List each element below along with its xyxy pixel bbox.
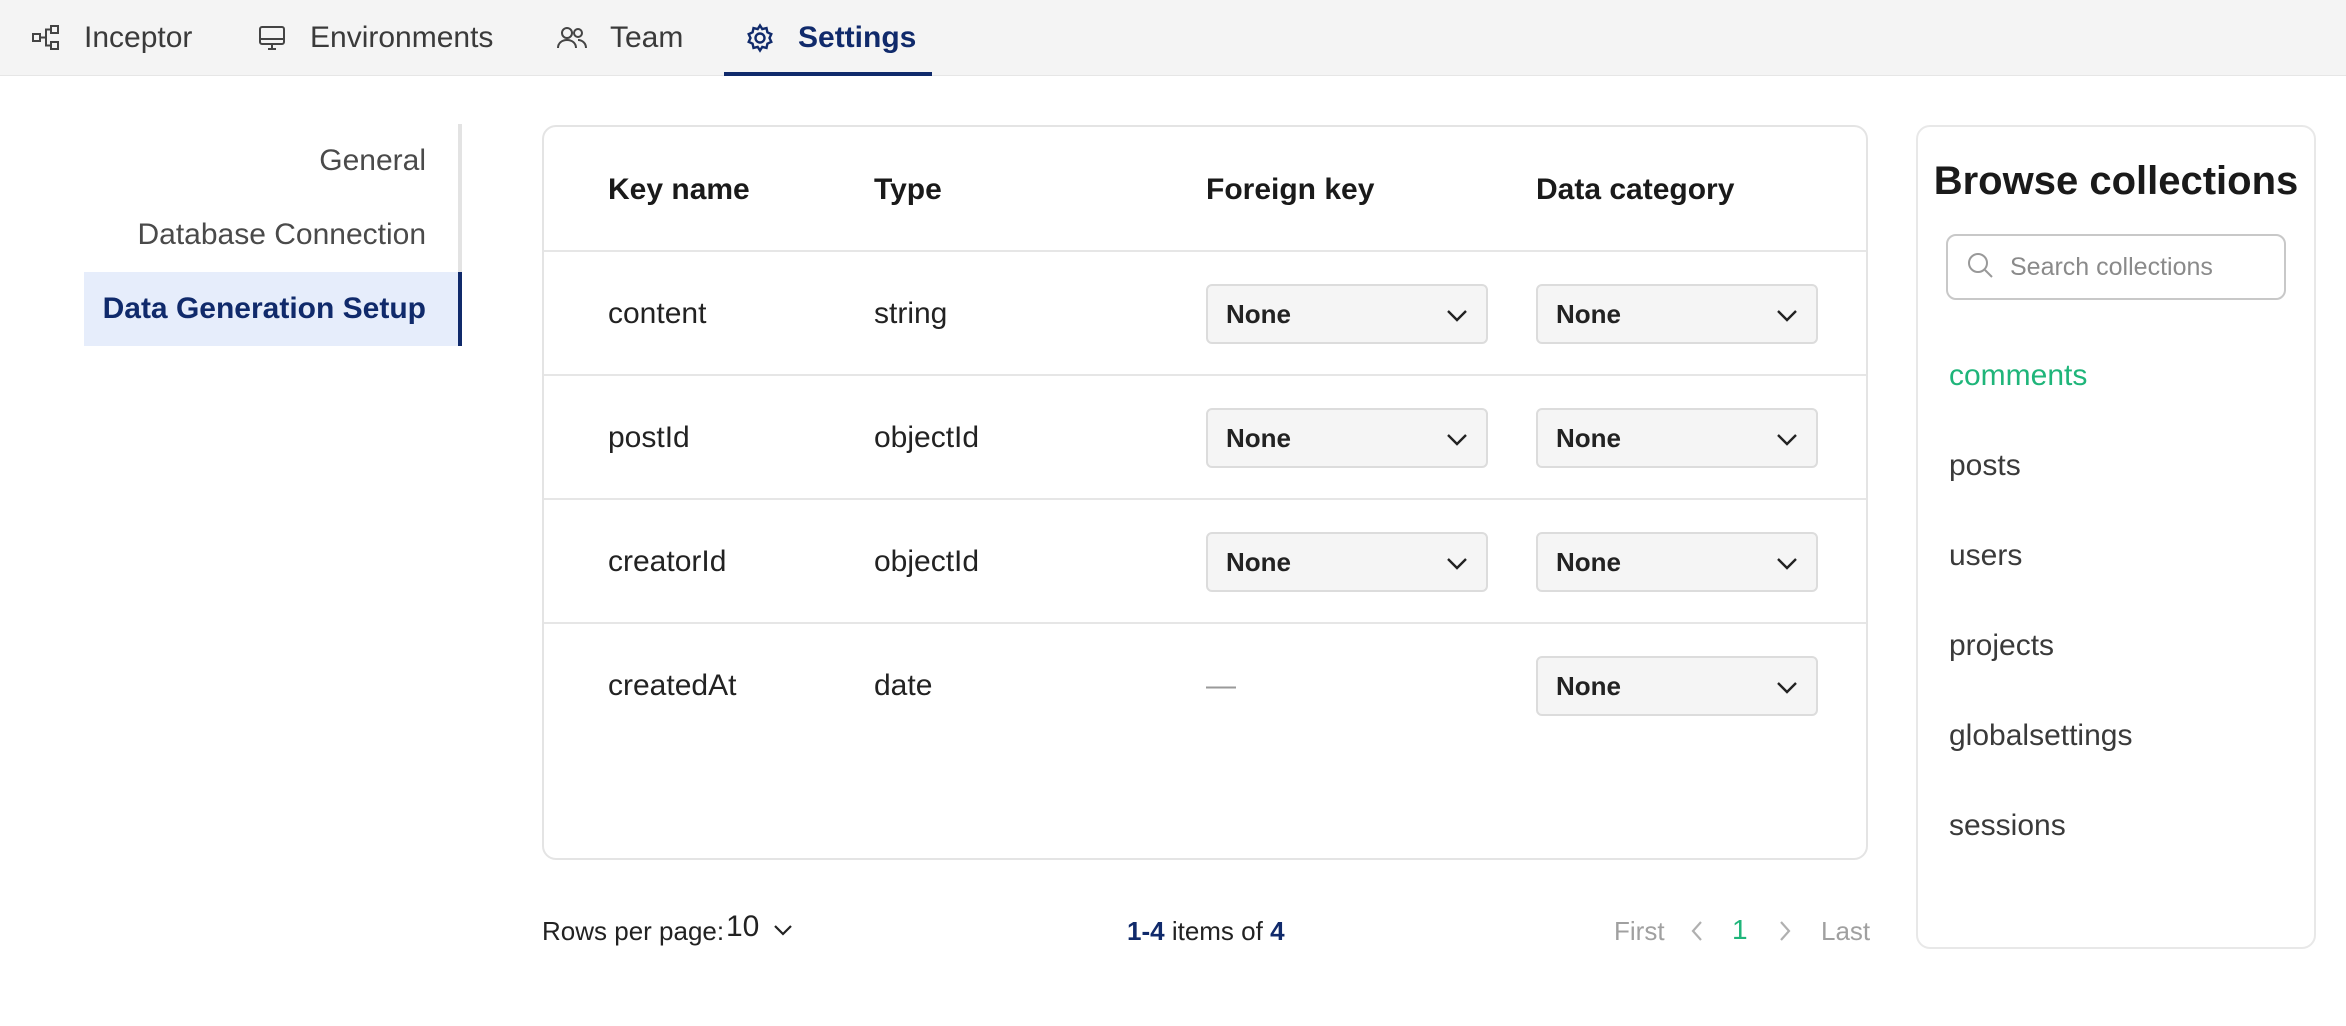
type-cell: objectId	[874, 545, 980, 578]
foreign-key-empty: —	[1206, 669, 1236, 702]
select-value: None	[1226, 298, 1291, 329]
data-category-select[interactable]: None	[1536, 656, 1818, 716]
menu-item-data-generation-setup[interactable]: Data Generation Setup	[84, 272, 462, 346]
header-key-name: Key name	[608, 172, 750, 206]
collection-item-users[interactable]: users	[1949, 539, 2022, 573]
items-total: 4	[1270, 916, 1285, 946]
items-range: 1-4	[1127, 916, 1165, 946]
table-row: postId objectId None None	[544, 376, 1866, 500]
type-cell: objectId	[874, 421, 980, 454]
rows-per-page-select[interactable]: 10	[726, 910, 793, 944]
search-icon	[1966, 251, 1994, 284]
settings-menu: General Database Connection Data Generat…	[84, 124, 462, 346]
header-type: Type	[874, 172, 942, 206]
select-value: None	[1556, 298, 1621, 329]
chevron-down-icon	[1446, 547, 1468, 578]
tab-settings[interactable]: Settings	[723, 0, 933, 76]
type-cell: string	[874, 297, 948, 330]
select-value: None	[1556, 670, 1621, 701]
page-number-current[interactable]: 1	[1732, 914, 1748, 946]
search-field[interactable]	[1946, 234, 2286, 300]
tab-inceptor[interactable]: Inceptor	[30, 0, 192, 76]
data-category-select[interactable]: None	[1536, 284, 1818, 344]
collection-item-projects[interactable]: projects	[1949, 629, 2054, 663]
pagination: Rows per page: 10 1-4 items of 4 First 1…	[542, 900, 1870, 960]
collection-item-posts[interactable]: posts	[1949, 449, 2021, 483]
tab-label: Settings	[798, 21, 917, 54]
header-foreign-key: Foreign key	[1206, 172, 1375, 206]
browse-title: Browse collections	[1933, 159, 2299, 203]
chevron-down-icon	[1776, 299, 1798, 330]
collection-item-sessions[interactable]: sessions	[1949, 809, 2066, 843]
menu-item-database-connection[interactable]: Database Connection	[84, 198, 462, 272]
type-cell: date	[874, 669, 933, 702]
select-value: None	[1556, 546, 1621, 577]
key-name-cell: creatorId	[608, 545, 727, 578]
browse-collections-panel: Browse collections comments posts users …	[1916, 125, 2316, 949]
items-range-info: 1-4 items of 4	[1127, 916, 1285, 947]
rows-per-page-label: Rows per page:	[542, 916, 725, 946]
data-category-select[interactable]: None	[1536, 532, 1818, 592]
rows-per-page-value: 10	[726, 910, 760, 943]
tab-label: Team	[610, 21, 684, 54]
tab-environments[interactable]: Environments	[256, 0, 493, 76]
foreign-key-select[interactable]: None	[1206, 408, 1488, 468]
items-of-label: items of	[1171, 916, 1263, 946]
first-page-button[interactable]: First	[1614, 916, 1665, 947]
top-nav: Inceptor Environments Team Settings	[0, 0, 2346, 76]
foreign-key-select[interactable]: None	[1206, 532, 1488, 592]
keys-table: Key name Type Foreign key Data category …	[542, 125, 1868, 860]
next-page-icon[interactable]	[1778, 918, 1792, 949]
data-category-select[interactable]: None	[1536, 408, 1818, 468]
table-row: creatorId objectId None None	[544, 500, 1866, 624]
key-name-cell: createdAt	[608, 669, 737, 702]
chevron-down-icon	[1446, 299, 1468, 330]
key-name-cell: postId	[608, 421, 690, 454]
chevron-down-icon	[773, 910, 793, 944]
table-row: content string None None	[544, 252, 1866, 376]
collection-item-comments[interactable]: comments	[1949, 359, 2087, 393]
table-header: Key name Type Foreign key Data category	[544, 127, 1866, 252]
gear-icon	[744, 22, 776, 54]
menu-item-general[interactable]: General	[84, 124, 462, 198]
foreign-key-select[interactable]: None	[1206, 284, 1488, 344]
tab-label: Inceptor	[84, 21, 193, 54]
monitor-icon	[256, 22, 288, 54]
header-data-category: Data category	[1536, 172, 1735, 206]
chevron-down-icon	[1446, 423, 1468, 454]
collection-item-globalsettings[interactable]: globalsettings	[1949, 719, 2132, 753]
prev-page-icon[interactable]	[1690, 918, 1704, 949]
select-value: None	[1226, 546, 1291, 577]
users-icon	[556, 22, 588, 54]
select-value: None	[1226, 422, 1291, 453]
chevron-down-icon	[1776, 547, 1798, 578]
chevron-down-icon	[1776, 423, 1798, 454]
table-row: createdAt date — None	[544, 624, 1866, 748]
search-input[interactable]	[2010, 252, 2270, 282]
last-page-button[interactable]: Last	[1821, 916, 1870, 947]
chevron-down-icon	[1776, 671, 1798, 702]
tab-label: Environments	[310, 21, 494, 54]
flow-icon	[30, 22, 62, 54]
key-name-cell: content	[608, 297, 707, 330]
select-value: None	[1556, 422, 1621, 453]
tab-team[interactable]: Team	[556, 0, 683, 76]
